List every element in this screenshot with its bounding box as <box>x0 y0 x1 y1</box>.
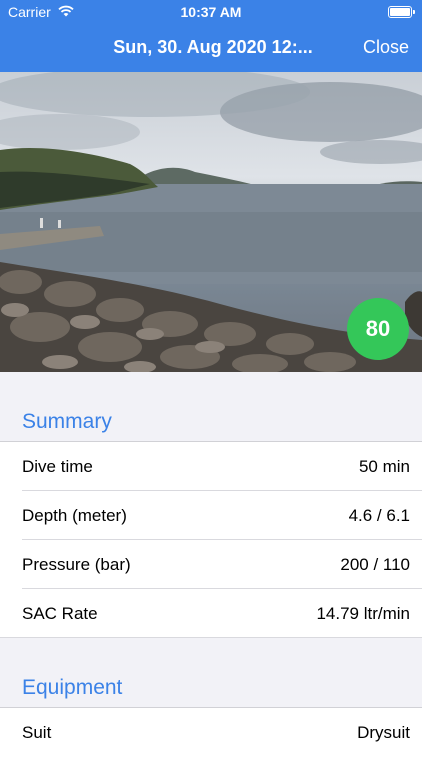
summary-section-header: Summary <box>0 372 422 442</box>
row-dive-time[interactable]: Dive time 50 min <box>0 442 422 491</box>
row-label: SAC Rate <box>22 604 98 623</box>
status-time: 10:37 AM <box>180 4 242 20</box>
row-pressure[interactable]: Pressure (bar) 200 / 110 <box>0 540 422 589</box>
battery-icon <box>388 6 415 18</box>
row-value: 200 / 110 <box>340 555 410 574</box>
score-badge: 80 <box>347 298 409 360</box>
navigation-bar: Sun, 30. Aug 2020 12:... Close <box>0 24 422 72</box>
row-label: Suit <box>22 723 52 742</box>
row-value: 4.6 / 6.1 <box>348 506 410 525</box>
page-title: Sun, 30. Aug 2020 12:... <box>113 37 313 57</box>
row-label: Depth (meter) <box>22 506 127 525</box>
row-depth[interactable]: Depth (meter) 4.6 / 6.1 <box>0 491 422 540</box>
row-value: 50 min <box>358 457 410 476</box>
row-value: Drysuit <box>357 723 410 742</box>
close-button[interactable]: Close <box>363 37 409 58</box>
status-bar: Carrier 10:37 AM <box>0 0 422 24</box>
equipment-title: Equipment <box>22 676 123 699</box>
summary-title: Summary <box>22 410 112 433</box>
equipment-section-header: Equipment <box>0 638 422 708</box>
row-value: 14.79 ltr/min <box>316 604 410 623</box>
row-label: Pressure (bar) <box>22 555 131 574</box>
row-label: Dive time <box>22 457 93 476</box>
row-sac-rate[interactable]: SAC Rate 14.79 ltr/min <box>0 589 422 638</box>
dive-photo: 80 <box>0 72 422 372</box>
